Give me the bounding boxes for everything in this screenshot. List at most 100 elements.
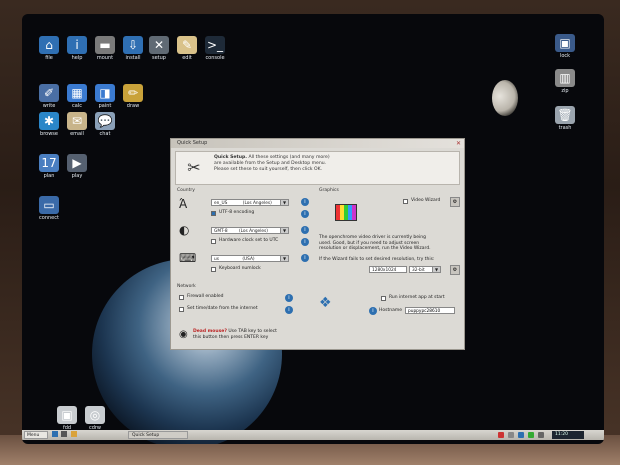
desktop-icon-console[interactable]: >_ console (200, 36, 230, 61)
utf8-info-icon[interactable]: i (301, 210, 309, 218)
graphics-text: The openchrome video driver is currently… (319, 235, 459, 252)
header-line2: are available from the Setup and Desktop… (214, 161, 327, 166)
desktop-icon-write[interactable]: ✐ write (34, 84, 64, 109)
timedate-checkbox[interactable] (179, 307, 184, 312)
firewall-info-icon[interactable]: i (285, 294, 293, 302)
hwclock-info-icon[interactable]: i (301, 238, 309, 246)
wrench-icon: ✂ (187, 158, 201, 177)
header-text: Quick Setup. All these settings (and man… (214, 155, 330, 173)
run-internet-label: Run internet app at start (389, 295, 445, 300)
edit-icon: ✎ (177, 36, 197, 54)
header-line3: Please set these to suit yourself, then … (214, 167, 323, 172)
dialog-titlebar[interactable]: Quick Setup ✕ (171, 139, 464, 148)
timezone-info-icon[interactable]: i (301, 226, 309, 234)
menu-button[interactable]: Menu (24, 431, 48, 439)
desktop-icon-play[interactable]: ▶ play (62, 154, 92, 179)
firewall-checkbox[interactable] (179, 295, 184, 300)
utf8-checkbox[interactable] (211, 211, 216, 216)
timezone-select[interactable]: GMT-8 (Los Angeles) ▼ (211, 227, 289, 234)
desktop-icon-zip[interactable]: ▥ zip (550, 69, 580, 94)
timezone-city: (Los Angeles) (238, 229, 268, 234)
video-wizard-checkbox[interactable] (403, 199, 408, 204)
video-wizard-label[interactable]: Video Wizard (411, 198, 440, 203)
floppy-icon: ▣ (57, 406, 77, 424)
network-icon: ❖ (319, 295, 332, 311)
desktop-icon-help[interactable]: i help (62, 36, 92, 61)
depth-select[interactable]: 32-bit ▼ (409, 266, 441, 273)
footer-text-1: Use TAB key to select (228, 329, 277, 334)
country-label: Country (177, 188, 195, 193)
drive-icon: ▬ (95, 36, 115, 54)
desktop-icon-plan[interactable]: 17 plan (34, 154, 64, 179)
desktop-icon-label: connect (39, 215, 59, 221)
desktop-icon-label: plan (43, 173, 55, 179)
numlock-checkbox[interactable] (211, 267, 216, 272)
keyboard-icon: ⌨ (179, 251, 197, 265)
desktop-icon-fdd[interactable]: ▣ fdd (52, 406, 82, 431)
desktop-icon-calc[interactable]: ▦ calc (62, 84, 92, 109)
keyboard-info-icon[interactable]: i (301, 254, 309, 262)
desktop-icon-edit[interactable]: ✎ edit (172, 36, 202, 61)
desktop-icon-setup[interactable]: ✕ setup (144, 36, 174, 61)
locale-icon: Ά (179, 197, 188, 211)
desktop-icon-trash[interactable]: 🗑 trash (550, 106, 580, 131)
close-icon[interactable]: ✕ (456, 139, 461, 148)
network-tray-icon[interactable] (518, 432, 524, 438)
desktop-icon-cdrw[interactable]: ◎ cdrw (80, 406, 110, 431)
header-line1: All these settings (and many more) (248, 155, 330, 160)
resolution-apply-button[interactable]: ⚙ (450, 265, 460, 275)
dialog-title: Quick Setup (177, 140, 208, 146)
shield-icon[interactable] (498, 432, 504, 438)
video-wizard-button[interactable]: ⚙ (450, 197, 460, 207)
desktop-icon-email[interactable]: ✉ email (62, 112, 92, 137)
run-internet-checkbox[interactable] (381, 296, 386, 301)
write-icon: ✐ (39, 84, 59, 102)
browser-icon[interactable] (70, 431, 77, 437)
chevron-down-icon: ▼ (280, 228, 288, 233)
desktop-icon-label: file (45, 55, 53, 61)
keyboard-select[interactable]: us (USA) ▼ (211, 255, 289, 262)
home-icon[interactable] (52, 431, 58, 437)
desktop-icon-connect[interactable]: ▭ connect (34, 196, 64, 221)
utf8-label: UTF-8 encoding (219, 210, 255, 215)
desktop-icon-label: calc (72, 103, 82, 109)
console-icon[interactable] (61, 431, 68, 437)
desktop-icon-label: write (42, 103, 56, 109)
desktop-icon-lock[interactable]: ▣ lock (550, 34, 580, 59)
footer-text-2: this button then press ENTER key (193, 335, 269, 340)
footer-title: Dead mouse? (193, 329, 227, 334)
timedate-info-icon[interactable]: i (285, 306, 293, 314)
hostname-label: Hostname (379, 308, 403, 313)
archive-icon: ▥ (555, 69, 575, 87)
hwclock-label: Hardware clock set to UTC (219, 238, 279, 243)
desktop-icon-mount[interactable]: ▬ mount (90, 36, 120, 61)
graphics-text-4: If the Wizard fails to set desired resol… (319, 257, 435, 262)
desktop-screen: ⌂ file i help ▬ mount ⇩ install ✕ setup ✎ edit >_ con… (22, 14, 604, 444)
desktop-icon-paint[interactable]: ◨ paint (90, 84, 120, 109)
task-quick-setup[interactable]: Quick Setup (128, 431, 188, 439)
hwclock-checkbox[interactable] (211, 239, 216, 244)
desktop-icon-chat[interactable]: 💬 chat (90, 112, 120, 137)
resolution-select[interactable]: 1280x1024 (369, 266, 407, 273)
desktop-icon-draw[interactable]: ✏ draw (118, 84, 148, 109)
home-icon: ⌂ (39, 36, 59, 54)
timezone-value: GMT-8 (214, 229, 228, 234)
drive-tray-icon[interactable] (538, 432, 544, 438)
desktop-icon-label: chat (99, 131, 111, 137)
monitor-icon (335, 204, 357, 221)
locale-city: (Los Angeles) (242, 201, 272, 206)
desktop-icon-browse[interactable]: ✱ browse (34, 112, 64, 137)
battery-icon[interactable] (528, 432, 534, 438)
hostname-field[interactable]: puppypc28610 (405, 307, 455, 314)
draw-icon: ✏ (123, 84, 143, 102)
locale-info-icon[interactable]: i (301, 198, 309, 206)
volume-icon[interactable] (508, 432, 514, 438)
desktop-icon-file[interactable]: ⌂ file (34, 36, 64, 61)
resolution-value: 1280x1024 (372, 268, 397, 273)
desktop-icon-label: help (71, 55, 83, 61)
chevron-down-icon: ▼ (280, 200, 288, 205)
clock[interactable]: 11:20 (552, 431, 584, 439)
locale-select[interactable]: en_US (Los Angeles) ▼ (211, 199, 289, 206)
hostname-info-icon[interactable]: i (369, 307, 377, 315)
desktop-icon-label: edit (182, 55, 192, 61)
